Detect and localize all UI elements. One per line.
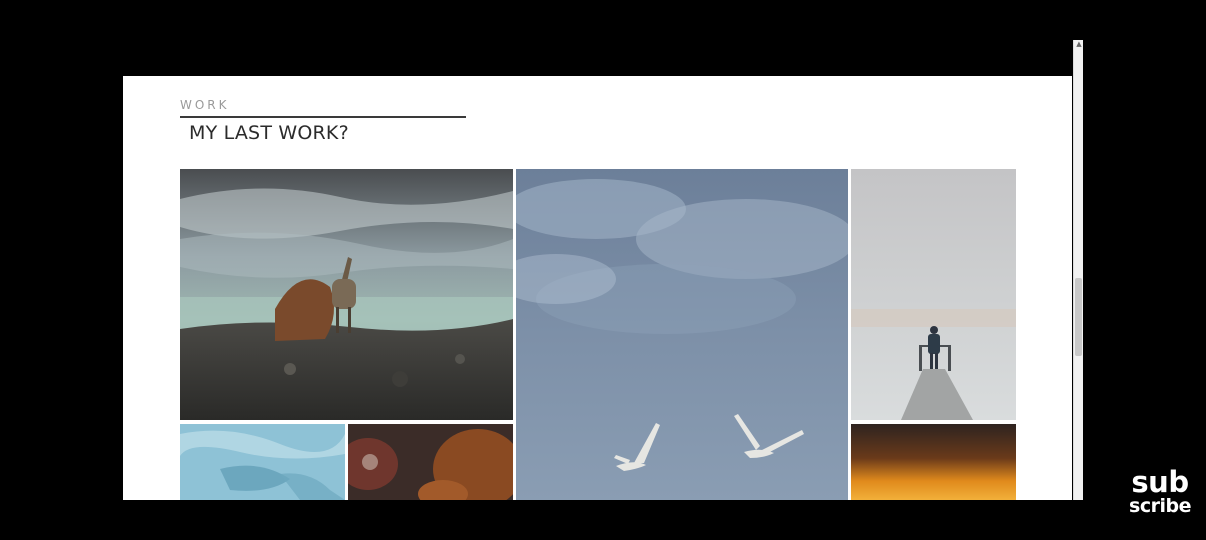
page-scrollbar[interactable]: ▲: [1073, 40, 1083, 500]
gallery-item-pier[interactable]: [851, 169, 1016, 420]
gallery-item-bird[interactable]: [348, 424, 513, 500]
subscribe-line1: sub: [1131, 465, 1189, 499]
scrollbar-thumb[interactable]: [1075, 278, 1082, 356]
section-divider: [180, 116, 466, 118]
section-eyebrow: WORK: [180, 98, 230, 112]
seagulls-sky-image: [516, 169, 848, 500]
red-bird-image: [348, 424, 513, 500]
subscribe-watermark: sub scribe: [1124, 465, 1196, 517]
section-title: MY LAST WORK?: [189, 122, 349, 144]
gallery-item-ibex[interactable]: [180, 169, 513, 420]
gallery-item-sunset[interactable]: [851, 424, 1016, 500]
blue-ice-image: [180, 424, 345, 500]
scroll-up-icon[interactable]: ▲: [1075, 40, 1083, 48]
pier-fog-image: [851, 169, 1016, 420]
browser-viewport: WORK MY LAST WORK?: [123, 76, 1072, 500]
ibex-glacier-image: [180, 169, 513, 420]
gallery-item-ice[interactable]: [180, 424, 345, 500]
sunset-image: [851, 424, 1016, 500]
gallery-item-seagulls[interactable]: [516, 169, 848, 500]
subscribe-line2: scribe: [1129, 495, 1191, 517]
